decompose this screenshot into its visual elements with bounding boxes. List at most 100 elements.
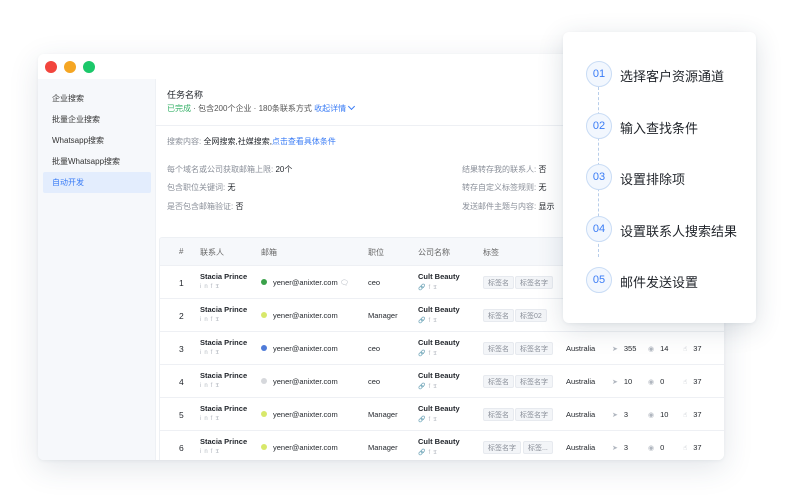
tag-badge[interactable]: 标签名 <box>483 342 514 355</box>
contact-name[interactable]: Stacia Prince <box>200 371 247 380</box>
tag-badge[interactable]: 标签名字 <box>515 375 553 388</box>
company-name[interactable]: Cult Beauty <box>418 371 460 380</box>
row-number: 4 <box>179 377 184 387</box>
link-icon[interactable]: 🔗 <box>418 417 428 423</box>
contact-name[interactable]: Stacia Prince <box>200 404 247 413</box>
tag-badge[interactable]: 标签名字 <box>515 408 553 421</box>
tag-badge[interactable]: 标签名 <box>483 375 514 388</box>
tag-badge[interactable]: 标签名字 <box>515 342 553 355</box>
social-links: inf𝕿 <box>200 317 222 324</box>
linkedin-icon[interactable]: in <box>200 317 211 323</box>
pointer-icon: ☝ <box>683 379 688 386</box>
tag-badge[interactable]: 标签名字 <box>515 276 553 289</box>
email-address[interactable]: yener@anixter.com <box>273 278 338 287</box>
sidebar-item-batch-whatsapp-search[interactable]: 批量Whatsapp搜索 <box>43 151 151 172</box>
contact-name[interactable]: Stacia Prince <box>200 272 247 281</box>
twitter-icon[interactable]: 𝕿 <box>433 351 440 357</box>
tag-badge[interactable]: 标签名字 <box>483 441 521 454</box>
email-address[interactable]: yener@anixter.com <box>273 311 338 320</box>
clicked-count: ☝ 37 <box>683 443 702 452</box>
linkedin-icon[interactable]: in <box>200 284 211 290</box>
send-icon: ➤ <box>612 379 618 386</box>
chat-icon[interactable]: 🗨 <box>340 280 349 287</box>
tag-badge[interactable]: 标签名 <box>483 408 514 421</box>
email-address[interactable]: yener@anixter.com <box>273 443 338 452</box>
linkedin-icon[interactable]: in <box>200 350 211 356</box>
contact-name[interactable]: Stacia Prince <box>200 305 247 314</box>
row-number: 3 <box>179 344 184 354</box>
search-content-condition: 搜索内容: 全网搜索,社媒搜索,点击查看具体条件 <box>167 136 336 147</box>
clicked-count: ☝ 37 <box>683 410 702 419</box>
sidebar-item-auto-develop[interactable]: 自动开发 <box>43 172 151 193</box>
twitter-icon[interactable]: 𝕿 <box>215 350 222 356</box>
pointer-icon: ☝ <box>683 346 688 353</box>
email-address[interactable]: yener@anixter.com <box>273 410 338 419</box>
condition-value: 无 <box>227 183 236 192</box>
table-row[interactable]: 4 Stacia Prince inf𝕿 yener@anixter.com ceo Cu… <box>160 364 724 397</box>
job-title: ceo <box>368 278 381 287</box>
sent-value: 10 <box>623 377 633 386</box>
minimize-window-button[interactable] <box>64 61 76 73</box>
company-name[interactable]: Cult Beauty <box>418 272 460 281</box>
opened-count: ◉ 0 <box>648 377 664 386</box>
table-row[interactable]: 3 Stacia Prince inf𝕿 yener@anixter.com ceo Cu… <box>160 331 724 364</box>
twitter-icon[interactable]: 𝕿 <box>215 449 222 455</box>
step-label: 设置排除项 <box>620 172 686 187</box>
opened-value: 0 <box>660 443 665 452</box>
company-name[interactable]: Cult Beauty <box>418 338 460 347</box>
send-icon: ➤ <box>612 346 618 353</box>
twitter-icon[interactable]: 𝕿 <box>215 284 222 290</box>
tag-badge[interactable]: 标签名 <box>483 309 514 322</box>
twitter-icon[interactable]: 𝕿 <box>215 383 222 389</box>
twitter-icon[interactable]: 𝕿 <box>433 285 440 291</box>
table-row[interactable]: 6 Stacia Prince inf𝕿 yener@anixter.com Manag… <box>160 430 724 460</box>
linkedin-icon[interactable]: in <box>200 383 211 389</box>
company-name[interactable]: Cult Beauty <box>418 437 460 446</box>
twitter-icon[interactable]: 𝕿 <box>433 318 440 324</box>
company-links: 🔗f𝕿 <box>418 383 440 391</box>
step-label: 设置联系人搜索结果 <box>620 224 738 239</box>
linkedin-icon[interactable]: in <box>200 416 211 422</box>
contact-name[interactable]: Stacia Prince <box>200 437 247 446</box>
link-icon[interactable]: 🔗 <box>418 384 428 390</box>
column-header: 公司名称 <box>418 248 450 257</box>
email-address[interactable]: yener@anixter.com <box>273 377 338 386</box>
tag-badge[interactable]: 标签02 <box>515 309 547 322</box>
email-status-dot <box>261 312 267 318</box>
linkedin-icon[interactable]: in <box>200 449 211 455</box>
close-window-button[interactable] <box>45 61 57 73</box>
sent-count: ➤ 3 <box>612 443 628 452</box>
link-icon[interactable]: 🔗 <box>418 285 428 291</box>
twitter-icon[interactable]: 𝕿 <box>433 384 440 390</box>
eye-icon: ◉ <box>648 445 655 452</box>
condition-label: 结果转存我的联系人: <box>462 165 537 174</box>
maximize-window-button[interactable] <box>83 61 95 73</box>
sidebar-item-company-search[interactable]: 企业搜索 <box>43 88 151 109</box>
company-links: 🔗f𝕿 <box>418 416 440 424</box>
contact-name[interactable]: Stacia Prince <box>200 338 247 347</box>
tag-badge[interactable]: 标签... <box>523 441 553 454</box>
country: Australia <box>566 377 596 386</box>
opened-count: ◉ 10 <box>648 410 668 419</box>
sent-value: 3 <box>623 443 629 452</box>
country: Australia <box>566 443 596 452</box>
email-address[interactable]: yener@anixter.com <box>273 344 338 353</box>
twitter-icon[interactable]: 𝕿 <box>433 417 440 423</box>
link-icon[interactable]: 🔗 <box>418 318 428 324</box>
table-row[interactable]: 5 Stacia Prince inf𝕿 yener@anixter.com Manag… <box>160 397 724 430</box>
twitter-icon[interactable]: 𝕿 <box>215 317 222 323</box>
twitter-icon[interactable]: 𝕿 <box>433 450 440 456</box>
sent-count: ➤ 3 <box>612 410 628 419</box>
condition-label: 包含职位关键词: <box>167 183 226 192</box>
tag-badge[interactable]: 标签名 <box>483 276 514 289</box>
collapse-details-link[interactable]: 收起详情 <box>314 102 356 113</box>
view-conditions-link[interactable]: 点击查看具体条件 <box>272 137 336 146</box>
company-name[interactable]: Cult Beauty <box>418 305 460 314</box>
sidebar-item-batch-company-search[interactable]: 批量企业搜索 <box>43 109 151 130</box>
sidebar-item-whatsapp-search[interactable]: Whatsapp搜索 <box>43 130 151 151</box>
link-icon[interactable]: 🔗 <box>418 351 428 357</box>
company-name[interactable]: Cult Beauty <box>418 404 460 413</box>
twitter-icon[interactable]: 𝕿 <box>215 416 222 422</box>
link-icon[interactable]: 🔗 <box>418 450 428 456</box>
task-title: 任务名称 <box>167 90 204 100</box>
